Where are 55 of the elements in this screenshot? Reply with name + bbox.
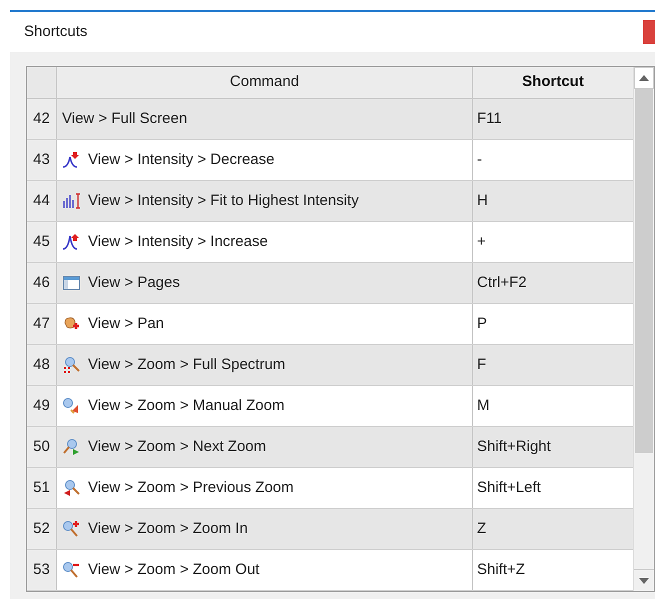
zoom-out-icon — [62, 561, 81, 579]
command-text: View > Pages — [88, 272, 180, 293]
down-arrow-icon — [639, 578, 649, 584]
shortcut-text: Shift+Z — [477, 560, 525, 580]
command-text: View > Zoom > Previous Zoom — [88, 478, 294, 498]
row-number: 47 — [27, 304, 57, 344]
row-number: 48 — [27, 345, 57, 385]
up-arrow-icon — [639, 75, 649, 81]
magnifier-left-arrow-icon — [62, 479, 81, 497]
row-number: 45 — [27, 222, 57, 262]
command-text: View > Zoom > Zoom In — [88, 518, 248, 539]
command-text: View > Intensity > Increase — [88, 232, 268, 252]
row-number: 42 — [27, 99, 57, 139]
command-text: View > Intensity > Fit to Highest Intensity — [88, 190, 359, 211]
command-text: View > Full Screen — [62, 108, 188, 129]
command-text: View > Zoom > Zoom Out — [88, 560, 260, 580]
command-text: View > Zoom > Full Spectrum — [88, 354, 286, 375]
shortcut-text: Ctrl+F2 — [477, 272, 527, 293]
row-number: 49 — [27, 386, 57, 426]
row-number: 52 — [27, 509, 57, 549]
shortcut-text: Shift+Right — [477, 436, 551, 457]
peak-down-arrow-icon — [62, 151, 81, 169]
peaks-bracket-icon — [62, 192, 81, 210]
window-panel-icon — [62, 274, 81, 292]
command-text: View > Intensity > Decrease — [88, 150, 274, 170]
peak-up-arrow-icon — [62, 233, 81, 251]
row-number: 51 — [27, 468, 57, 508]
magnifier-right-arrow-icon — [62, 438, 81, 456]
shortcut-text: - — [477, 150, 482, 170]
scroll-thumb[interactable] — [635, 89, 653, 453]
magnifier-triangle-icon — [62, 397, 81, 415]
row-number: 53 — [27, 550, 57, 590]
shortcut-text: + — [477, 232, 486, 252]
column-header[interactable]: Command — [57, 67, 473, 98]
shortcut-text: H — [477, 190, 488, 211]
row-number: 46 — [27, 263, 57, 303]
magnifier-dots-icon — [62, 356, 81, 374]
shortcut-text: P — [477, 314, 488, 334]
command-text: View > Zoom > Next Zoom — [88, 436, 266, 457]
shortcut-text: Z — [477, 518, 486, 539]
column-header[interactable]: Shortcut — [473, 67, 633, 98]
shortcut-text: F — [477, 354, 486, 375]
row-number: 43 — [27, 140, 57, 180]
command-text: View > Pan — [88, 314, 164, 334]
window-title: Shortcuts — [23, 22, 88, 42]
row-number: 44 — [27, 181, 57, 221]
shortcut-text: M — [477, 396, 490, 416]
scrollbar[interactable] — [633, 67, 654, 591]
scroll-up-button[interactable] — [634, 67, 654, 89]
row-number: 50 — [27, 427, 57, 467]
zoom-in-icon — [62, 520, 81, 538]
command-text: View > Zoom > Manual Zoom — [88, 396, 284, 416]
shortcut-text: F11 — [477, 108, 502, 129]
shortcut-text: Shift+Left — [477, 478, 541, 498]
close-button[interactable] — [643, 20, 655, 44]
